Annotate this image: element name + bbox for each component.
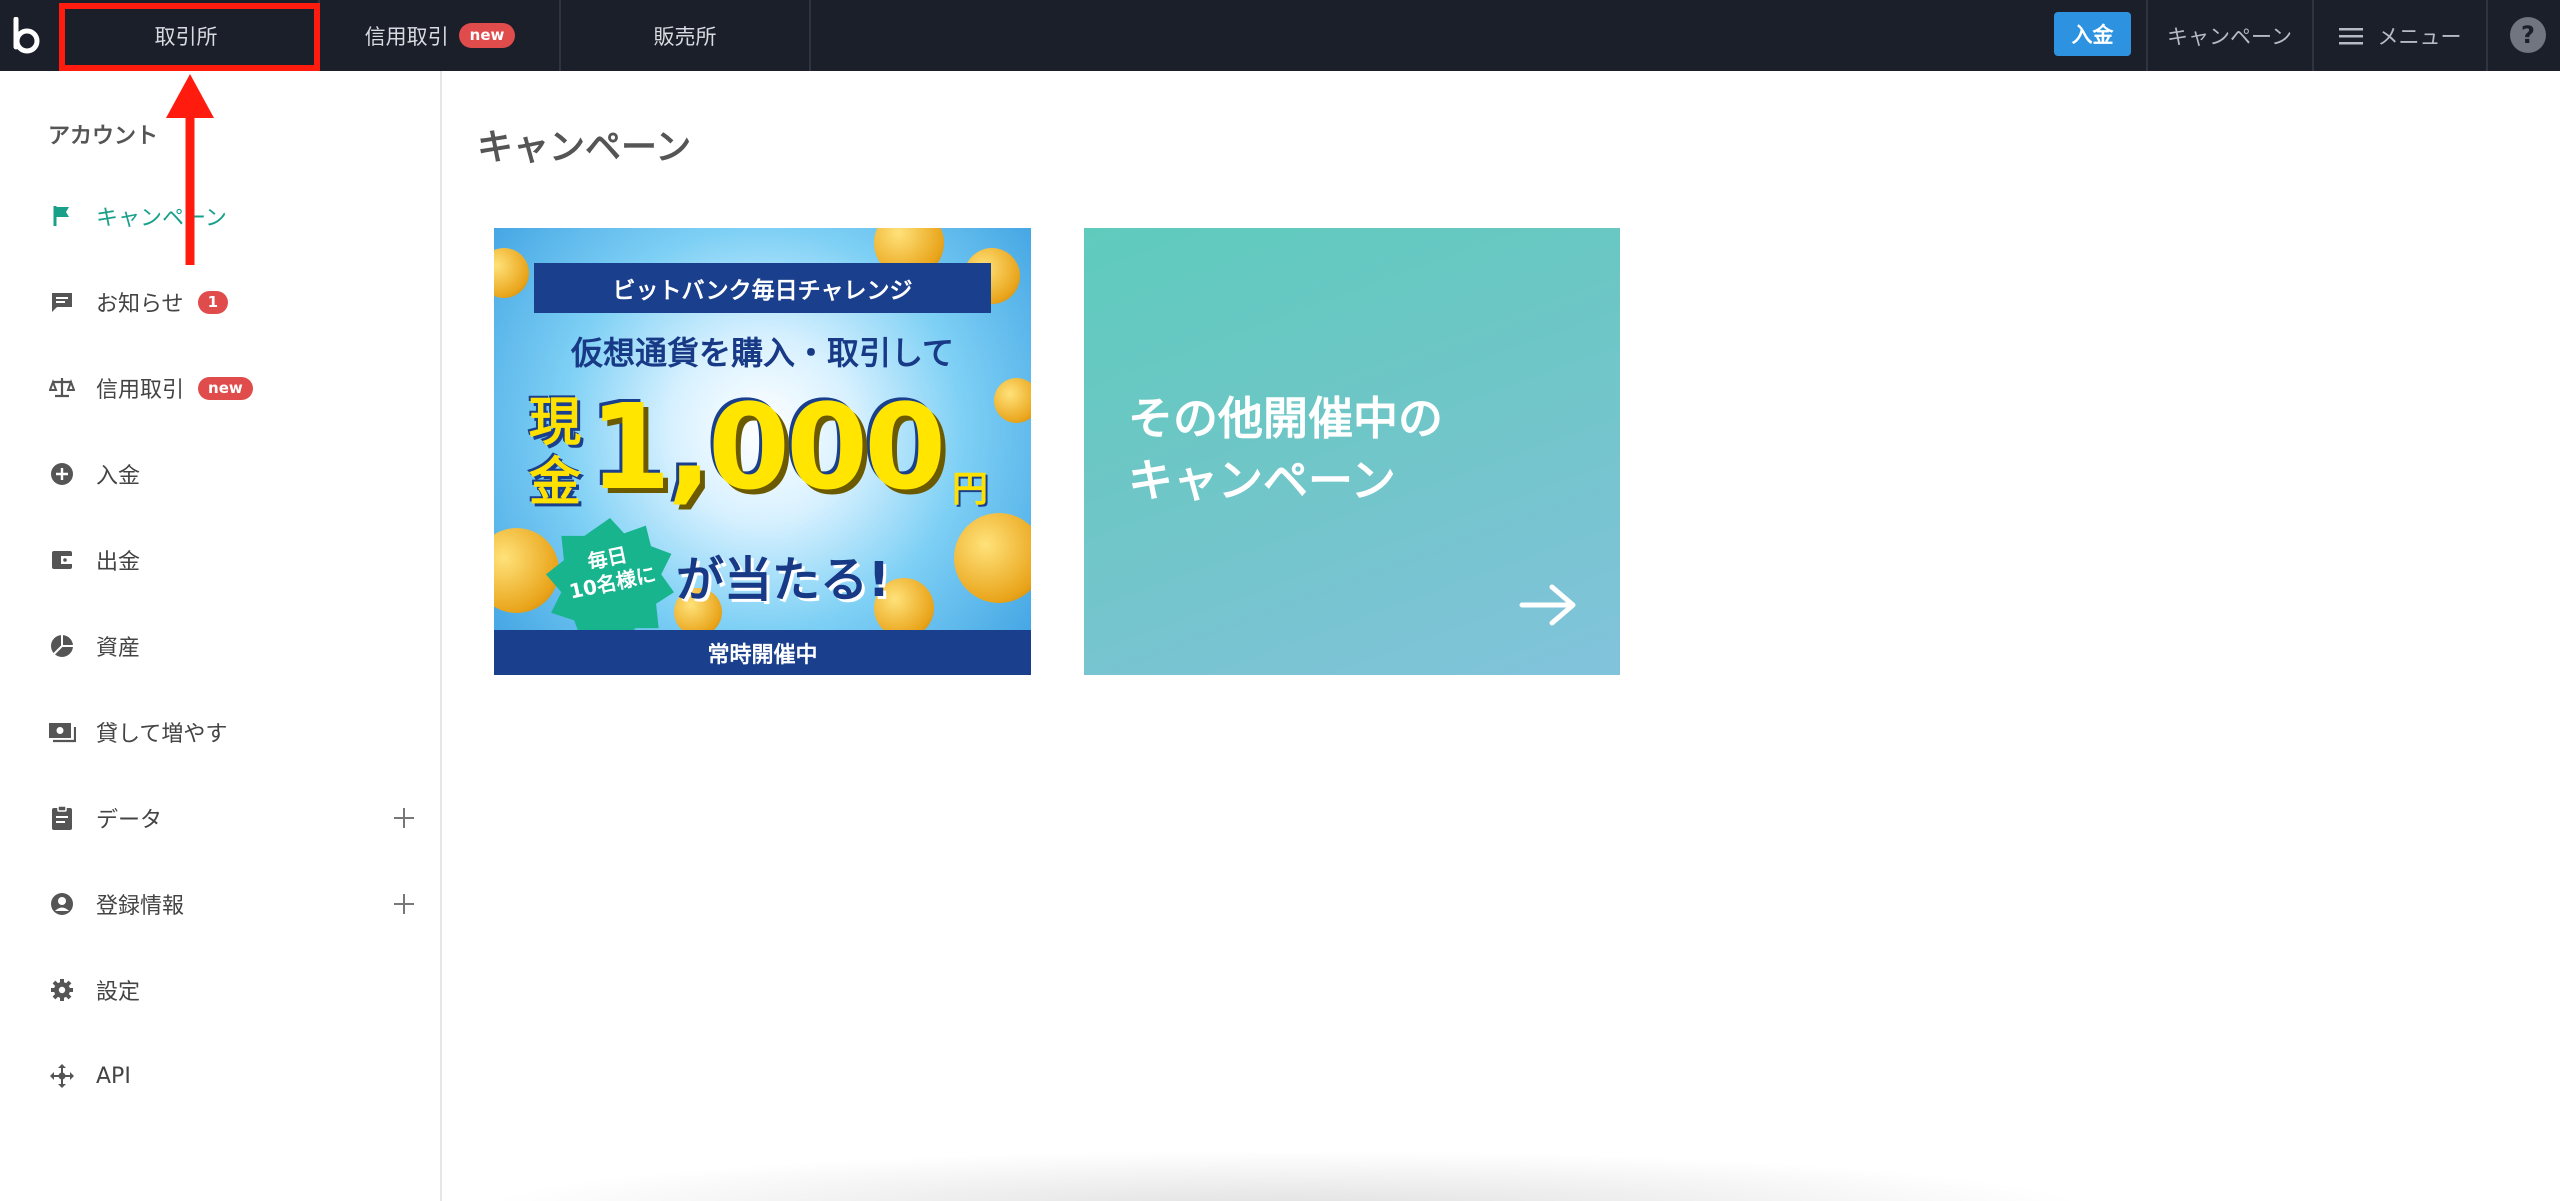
scale-icon bbox=[48, 374, 76, 402]
sidebar-item-notifications[interactable]: お知らせ 1 bbox=[48, 278, 418, 326]
tab-margin-trading[interactable]: 信用取引 new bbox=[320, 0, 560, 71]
arrow-right-icon bbox=[1519, 584, 1576, 626]
new-badge: new bbox=[198, 376, 253, 400]
new-badge: new bbox=[458, 23, 516, 48]
sidebar-item-label: お知らせ bbox=[96, 292, 184, 317]
account-sidebar: アカウント キャンペーン お知らせ 1 信用取引 new 入金 出金 資産 貸し… bbox=[0, 71, 442, 1201]
plus-circle-icon bbox=[48, 460, 76, 488]
sidebar-item-label: 出金 bbox=[96, 550, 141, 575]
flag-icon bbox=[48, 202, 76, 230]
account-icon bbox=[48, 890, 76, 918]
sidebar-item-label: 信用取引 bbox=[96, 378, 185, 403]
banner-subtitle: 仮想通貨を購入・取引して bbox=[570, 334, 955, 372]
expand-plus-icon[interactable] bbox=[390, 890, 418, 918]
coin-decoration bbox=[954, 513, 1031, 603]
page-title: キャンペーン bbox=[477, 127, 692, 168]
sidebar-heading: アカウント bbox=[48, 124, 159, 149]
other-campaigns-banner[interactable]: その他開催中の キャンペーン bbox=[1084, 228, 1620, 675]
bottom-shadow bbox=[470, 1150, 2100, 1201]
banner-footer: 常時開催中 bbox=[494, 630, 1031, 675]
sidebar-item-registration[interactable]: 登録情報 bbox=[48, 880, 418, 928]
banner-amount: 1,000 bbox=[589, 378, 946, 516]
other-campaigns-text: その他開催中の キャンペーン bbox=[1128, 388, 1443, 512]
banner-win-text: が当たる! bbox=[676, 552, 890, 608]
coin-decoration bbox=[994, 378, 1031, 423]
lend-icon bbox=[48, 718, 76, 746]
wallet-icon bbox=[48, 546, 76, 574]
sidebar-item-label: API bbox=[96, 1063, 131, 1089]
pie-chart-icon bbox=[48, 632, 76, 660]
tab-sales-label: 販売所 bbox=[653, 24, 717, 49]
top-navigation-bar: 取引所 信用取引 new 販売所 入金 キャンペーン メニュー ? bbox=[0, 0, 2560, 71]
banner-yen-label: 円 bbox=[952, 469, 989, 510]
sidebar-item-data[interactable]: データ bbox=[48, 794, 418, 842]
message-icon bbox=[48, 288, 76, 316]
banner-cash-label: 現金 bbox=[529, 393, 582, 513]
sidebar-item-withdraw[interactable]: 出金 bbox=[48, 536, 418, 584]
sidebar-item-label: 資産 bbox=[96, 636, 141, 661]
sidebar-item-assets[interactable]: 資産 bbox=[48, 622, 418, 670]
other-campaigns-line2: キャンペーン bbox=[1128, 454, 1396, 507]
sidebar-item-label: 設定 bbox=[96, 980, 141, 1005]
other-campaigns-line1: その他開催中の bbox=[1128, 392, 1444, 445]
bitbank-logo-icon[interactable] bbox=[8, 17, 46, 55]
nav-divider bbox=[809, 0, 811, 71]
banner-ribbon: ビットバンク毎日チャレンジ bbox=[534, 263, 991, 313]
tab-sales[interactable]: 販売所 bbox=[561, 0, 809, 71]
campaign-link[interactable]: キャンペーン bbox=[2148, 0, 2311, 71]
nav-divider bbox=[2486, 0, 2488, 71]
sidebar-item-label: 登録情報 bbox=[96, 894, 185, 919]
clipboard-icon bbox=[48, 804, 76, 832]
api-icon bbox=[48, 1062, 76, 1090]
annotation-highlight-box bbox=[59, 3, 320, 71]
sidebar-item-settings[interactable]: 設定 bbox=[48, 966, 418, 1014]
sidebar-item-lending[interactable]: 貸して増やす bbox=[48, 708, 418, 756]
gear-icon bbox=[48, 976, 76, 1004]
sidebar-item-label: データ bbox=[96, 808, 163, 833]
expand-plus-icon[interactable] bbox=[390, 804, 418, 832]
deposit-button[interactable]: 入金 bbox=[2054, 12, 2131, 56]
sidebar-item-deposit[interactable]: 入金 bbox=[48, 450, 418, 498]
sidebar-item-campaign[interactable]: キャンペーン bbox=[48, 192, 418, 240]
menu-label: メニュー bbox=[2377, 24, 2462, 49]
daily-challenge-campaign-banner[interactable]: ビットバンク毎日チャレンジ 仮想通貨を購入・取引して 現金 1,000 円 毎日… bbox=[494, 228, 1031, 675]
notification-count-badge: 1 bbox=[197, 290, 228, 314]
help-icon[interactable]: ? bbox=[2510, 17, 2546, 53]
sidebar-item-label: 入金 bbox=[96, 464, 141, 489]
coin-decoration bbox=[494, 248, 529, 298]
sidebar-item-margin-trading[interactable]: 信用取引 new bbox=[48, 364, 418, 412]
annotation-arrow-icon bbox=[166, 74, 214, 265]
campaign-link-label: キャンペーン bbox=[2167, 24, 2292, 49]
hamburger-icon bbox=[2338, 27, 2363, 44]
sidebar-item-api[interactable]: API bbox=[48, 1052, 418, 1100]
tab-margin-trading-label: 信用取引 bbox=[364, 24, 449, 49]
sidebar-item-label: 貸して増やす bbox=[96, 722, 228, 747]
menu-button[interactable]: メニュー bbox=[2314, 0, 2485, 71]
